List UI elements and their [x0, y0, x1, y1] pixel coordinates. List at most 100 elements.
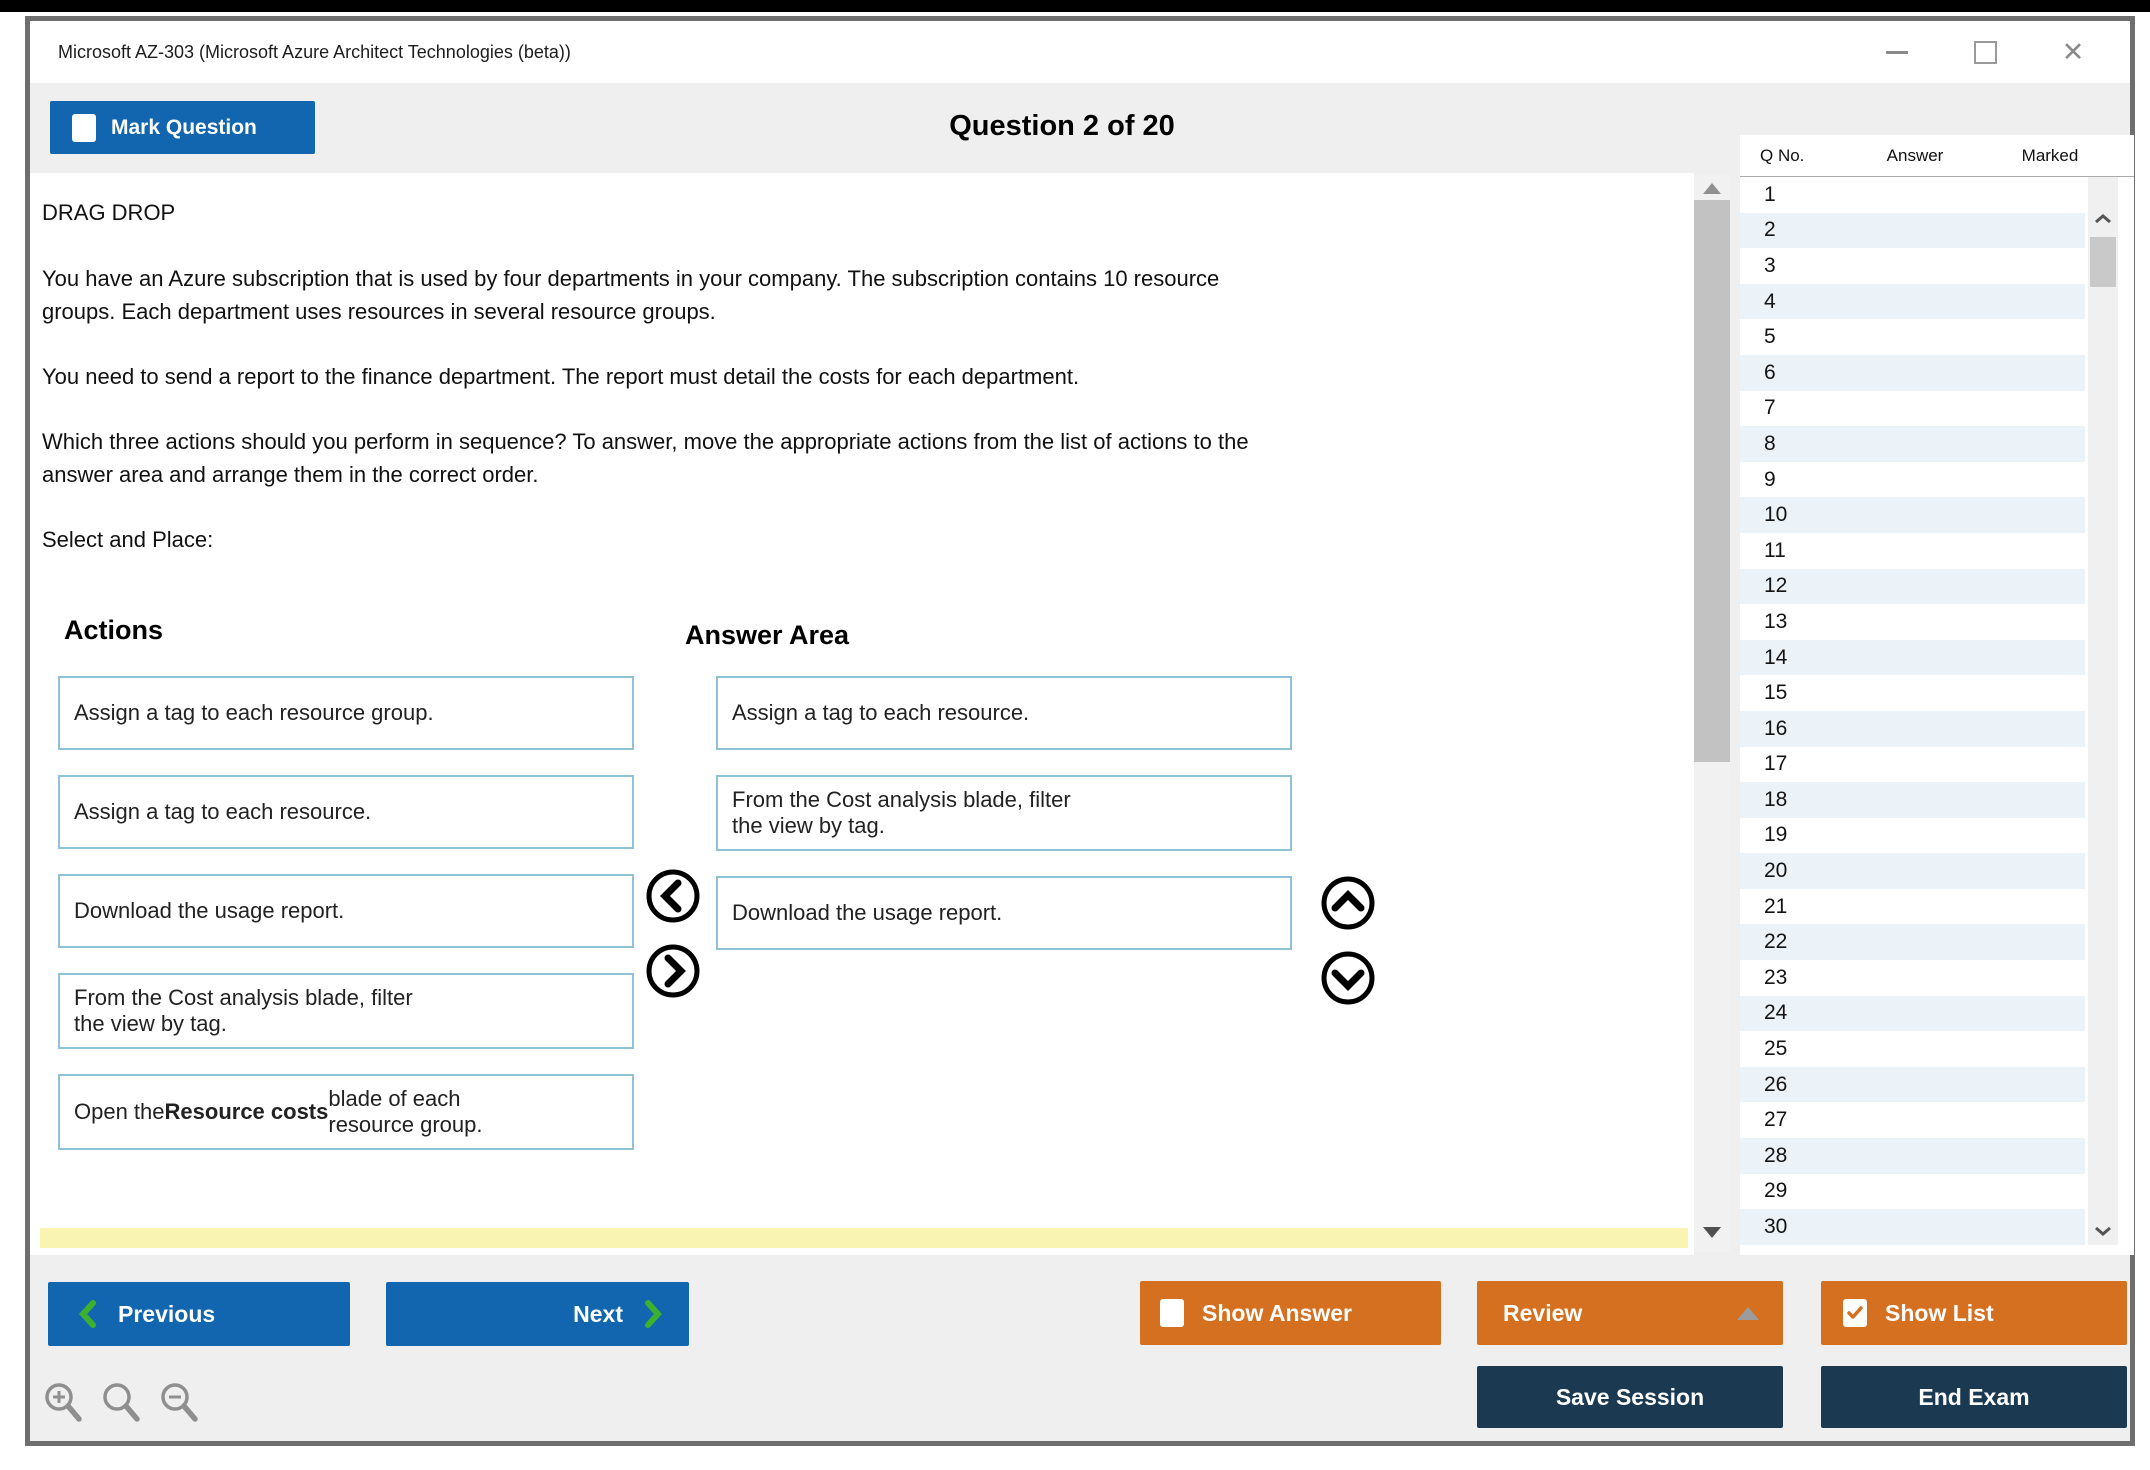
question-row[interactable]: 27 — [1740, 1102, 2085, 1138]
next-label: Next — [573, 1301, 623, 1328]
minimize-button[interactable] — [1882, 37, 1912, 67]
minimize-icon — [1886, 51, 1908, 54]
zoom-in-icon[interactable] — [42, 1380, 88, 1426]
previous-label: Previous — [118, 1301, 215, 1328]
close-button[interactable]: ✕ — [2058, 37, 2088, 67]
question-number: 3 — [1740, 254, 1830, 278]
question-list-scrollbar-thumb[interactable] — [2090, 237, 2116, 287]
review-button[interactable]: Review — [1477, 1281, 1783, 1345]
green-chevron-right-icon — [643, 1299, 663, 1329]
move-left-button[interactable] — [645, 868, 701, 924]
content-scrollbar-thumb[interactable] — [1694, 200, 1730, 762]
show-answer-button[interactable]: Show Answer — [1140, 1281, 1441, 1345]
question-row[interactable]: 2 — [1740, 213, 2085, 249]
question-row[interactable]: 23 — [1740, 960, 2085, 996]
question-row[interactable]: 25 — [1740, 1031, 2085, 1067]
question-row[interactable]: 20 — [1740, 853, 2085, 889]
question-row[interactable]: 10 — [1740, 497, 2085, 533]
question-row[interactable]: 14 — [1740, 640, 2085, 676]
question-number: 5 — [1740, 325, 1830, 349]
question-row[interactable]: 6 — [1740, 355, 2085, 391]
action-option[interactable]: Assign a tag to each resource. — [58, 775, 634, 849]
previous-button[interactable]: Previous — [48, 1282, 350, 1346]
question-row[interactable]: 8 — [1740, 426, 2085, 462]
question-list: 1234567891011121314151617181920212223242… — [1740, 177, 2085, 1245]
question-paragraph: You need to send a report to the finance… — [42, 360, 1662, 393]
zoom-out-icon[interactable] — [158, 1380, 204, 1426]
maximize-button[interactable] — [1970, 37, 2000, 67]
answer-area-column-title: Answer Area — [685, 620, 849, 651]
column-answer: Answer — [1855, 146, 1975, 166]
question-row[interactable]: 5 — [1740, 319, 2085, 355]
action-option[interactable]: Open the Resource costs blade of each re… — [58, 1074, 634, 1150]
scroll-up-chevron-icon[interactable] — [2094, 213, 2112, 225]
question-row[interactable]: 15 — [1740, 675, 2085, 711]
question-row[interactable]: 24 — [1740, 996, 2085, 1032]
question-row[interactable]: 13 — [1740, 604, 2085, 640]
show-answer-label: Show Answer — [1202, 1300, 1352, 1327]
question-row[interactable]: 3 — [1740, 248, 2085, 284]
question-number: 28 — [1740, 1144, 1830, 1168]
title-bar: Microsoft AZ-303 (Microsoft Azure Archit… — [30, 21, 2130, 83]
question-row[interactable]: 29 — [1740, 1174, 2085, 1210]
question-row[interactable]: 12 — [1740, 569, 2085, 605]
maximize-icon — [1974, 41, 1997, 64]
move-down-button[interactable] — [1320, 950, 1376, 1006]
question-number: 19 — [1740, 823, 1830, 847]
question-row[interactable]: 4 — [1740, 284, 2085, 320]
question-text: DRAG DROP You have an Azure subscription… — [42, 196, 1662, 556]
action-option[interactable]: Assign a tag to each resource group. — [58, 676, 634, 750]
scroll-down-arrow-icon[interactable] — [1703, 1227, 1721, 1238]
save-session-label: Save Session — [1556, 1384, 1704, 1411]
move-right-button[interactable] — [645, 943, 701, 999]
question-number: 29 — [1740, 1179, 1830, 1203]
action-option[interactable]: Download the usage report. — [58, 874, 634, 948]
question-row[interactable]: 18 — [1740, 782, 2085, 818]
question-row[interactable]: 11 — [1740, 533, 2085, 569]
question-type-label: DRAG DROP — [42, 196, 1662, 229]
move-up-button[interactable] — [1320, 875, 1376, 931]
answer-area-item[interactable]: Download the usage report. — [716, 876, 1292, 950]
answer-area-item[interactable]: From the Cost analysis blade, filter the… — [716, 775, 1292, 851]
scroll-down-chevron-icon[interactable] — [2094, 1225, 2112, 1237]
question-row[interactable]: 26 — [1740, 1067, 2085, 1103]
question-number: 9 — [1740, 468, 1830, 492]
window-controls: ✕ — [1882, 37, 2088, 67]
question-row[interactable]: 7 — [1740, 391, 2085, 427]
question-row[interactable]: 16 — [1740, 711, 2085, 747]
question-row[interactable]: 17 — [1740, 747, 2085, 783]
question-row[interactable]: 30 — [1740, 1209, 2085, 1245]
question-number: 16 — [1740, 717, 1830, 741]
scroll-up-arrow-icon[interactable] — [1703, 183, 1721, 194]
question-row[interactable]: 21 — [1740, 889, 2085, 925]
mark-question-button[interactable]: Mark Question — [50, 101, 315, 154]
end-exam-button[interactable]: End Exam — [1821, 1366, 2127, 1428]
question-number: 2 — [1740, 218, 1830, 242]
question-number: 27 — [1740, 1108, 1830, 1132]
show-list-checked-checkbox-icon — [1843, 1299, 1867, 1327]
save-session-button[interactable]: Save Session — [1477, 1366, 1783, 1428]
action-option[interactable]: From the Cost analysis blade, filter the… — [58, 973, 634, 1049]
green-chevron-left-icon — [78, 1299, 98, 1329]
question-row[interactable]: 28 — [1740, 1138, 2085, 1174]
next-button[interactable]: Next — [386, 1282, 689, 1346]
question-number: 17 — [1740, 752, 1830, 776]
question-number: 22 — [1740, 930, 1830, 954]
question-row[interactable]: 19 — [1740, 818, 2085, 854]
question-paragraph: You have an Azure subscription that is u… — [42, 262, 1662, 328]
question-row[interactable]: 22 — [1740, 924, 2085, 960]
question-row[interactable]: 1 — [1740, 177, 2085, 213]
question-list-scrollbar[interactable] — [2088, 177, 2118, 1245]
question-counter: Question 2 of 20 — [949, 110, 1175, 143]
question-number: 30 — [1740, 1215, 1830, 1239]
question-number: 1 — [1740, 183, 1830, 207]
show-list-button[interactable]: Show List — [1821, 1281, 2127, 1345]
review-label: Review — [1503, 1300, 1582, 1327]
zoom-controls — [42, 1380, 204, 1426]
zoom-reset-icon[interactable] — [100, 1380, 146, 1426]
exam-application: Microsoft AZ-303 (Microsoft Azure Archit… — [0, 0, 2150, 1470]
question-number: 20 — [1740, 859, 1830, 883]
answer-area-item[interactable]: Assign a tag to each resource. — [716, 676, 1292, 750]
question-row[interactable]: 9 — [1740, 462, 2085, 498]
end-exam-label: End Exam — [1918, 1384, 2029, 1411]
